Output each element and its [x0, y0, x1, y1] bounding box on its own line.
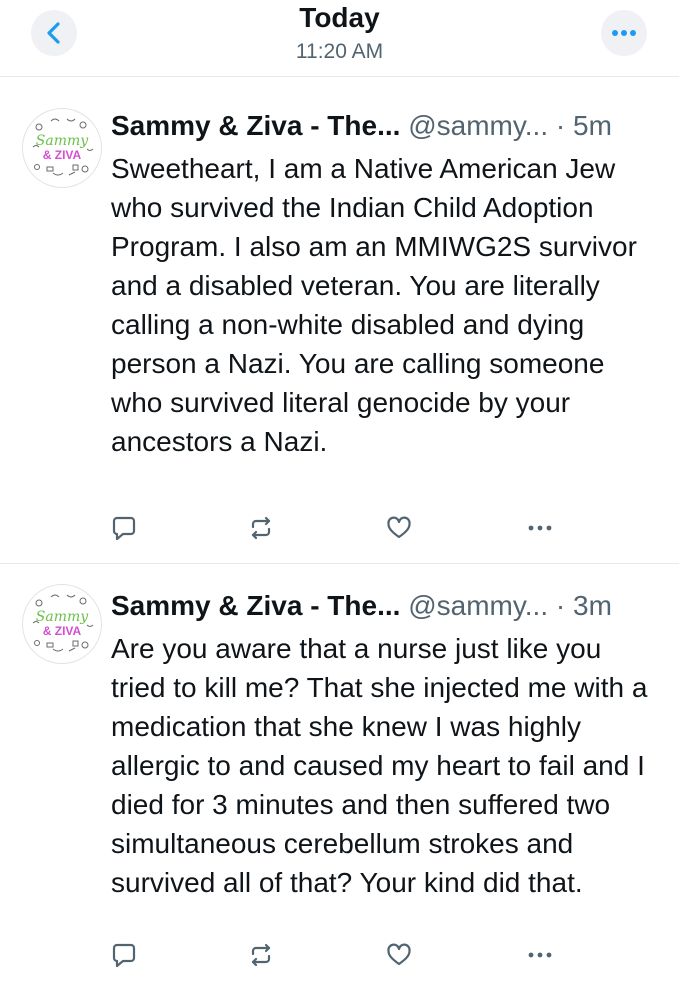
handle[interactable]: @sammy...: [408, 590, 548, 621]
post-header: Sammy & Ziva - The... @sammy... · 5m: [111, 108, 661, 144]
like-button[interactable]: [385, 514, 413, 542]
more-options-button[interactable]: [601, 10, 647, 56]
reply-icon: [112, 943, 136, 968]
post[interactable]: Sammy & ZIVA Sammy & Ziva - The... @samm…: [0, 564, 679, 1000]
post[interactable]: Sammy & ZIVA Sammy & Ziva - The... @samm…: [0, 78, 679, 564]
top-bar: Today 11:20 AM: [0, 0, 679, 77]
separator: ·: [555, 110, 566, 141]
separator: ·: [555, 590, 566, 621]
repost-icon: [251, 516, 271, 540]
post-text: Are you aware that a nurse just like you…: [111, 633, 648, 898]
avatar-logo: Sammy & ZIVA: [32, 118, 94, 176]
post-header: Sammy & Ziva - The... @sammy... · 3m: [111, 588, 661, 624]
repost-icon: [251, 943, 271, 967]
handle[interactable]: @sammy...: [408, 110, 548, 141]
reply-button[interactable]: [110, 941, 138, 969]
reply-icon: [112, 516, 136, 541]
avatar[interactable]: Sammy & ZIVA: [22, 108, 102, 188]
post-text: Sweetheart, I am a Native American Jew w…: [111, 153, 637, 457]
heart-icon: [387, 943, 411, 966]
repost-button[interactable]: [247, 941, 275, 969]
action-bar: [0, 514, 679, 542]
reply-button[interactable]: [110, 514, 138, 542]
display-name[interactable]: Sammy & Ziva - The...: [111, 110, 400, 141]
svg-text:Sammy: Sammy: [36, 133, 89, 149]
avatar[interactable]: Sammy & ZIVA: [22, 584, 102, 664]
timestamp[interactable]: 3m: [573, 590, 612, 621]
like-button[interactable]: [385, 941, 413, 969]
svg-text:& ZIVA: & ZIVA: [43, 624, 82, 638]
timestamp[interactable]: 5m: [573, 110, 612, 141]
ellipsis-icon: [528, 525, 552, 531]
display-name[interactable]: Sammy & Ziva - The...: [111, 590, 400, 621]
heart-icon: [387, 516, 411, 539]
repost-button[interactable]: [247, 514, 275, 542]
svg-text:& ZIVA: & ZIVA: [43, 148, 82, 162]
post-more-button[interactable]: [526, 941, 554, 969]
ellipsis-icon: [528, 952, 552, 958]
page-subtitle-time: 11:20 AM: [295, 40, 384, 63]
page-title: Today: [299, 2, 380, 33]
post-more-button[interactable]: [526, 514, 554, 542]
ellipsis-icon: [612, 30, 636, 36]
avatar-logo: Sammy & ZIVA: [32, 594, 94, 652]
svg-text:Sammy: Sammy: [36, 609, 89, 625]
action-bar: [0, 941, 679, 969]
